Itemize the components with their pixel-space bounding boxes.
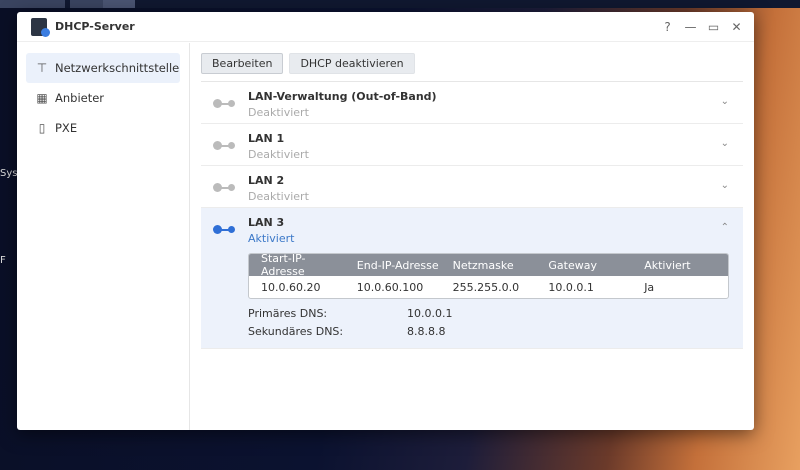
- help-icon[interactable]: ?: [656, 20, 679, 34]
- column-header: End-IP-Adresse: [356, 258, 439, 272]
- interface-status: Deaktiviert: [248, 190, 309, 203]
- disable-dhcp-button[interactable]: DHCP deaktivieren: [289, 53, 415, 74]
- interface-status: Aktiviert: [248, 232, 295, 245]
- interface-status: Deaktiviert: [248, 148, 309, 161]
- maximize-icon[interactable]: ▭: [702, 20, 725, 34]
- interface-list: LAN-Verwaltung (Out-of-Band) Deaktiviert…: [201, 81, 743, 349]
- chevron-down-icon[interactable]: ⌄: [721, 138, 729, 149]
- table-header: Start-IP-Adresse End-IP-Adresse Netzmask…: [249, 253, 728, 278]
- secondary-dns-label: Sekundäres DNS:: [248, 325, 344, 338]
- taskbar-button[interactable]: [0, 0, 65, 8]
- main-content: Bearbeiten DHCP deaktivieren LAN-Verwalt…: [201, 43, 743, 430]
- table-cell: Ja: [644, 280, 655, 294]
- connection-icon: [213, 182, 235, 192]
- taskbar-button[interactable]: [70, 0, 103, 8]
- primary-dns: Primäres DNS: 10.0.0.1: [248, 307, 743, 320]
- interface-name: LAN 2: [248, 174, 285, 187]
- connection-icon: [213, 98, 235, 108]
- interface-name: LAN 3: [248, 216, 285, 229]
- minimize-icon[interactable]: —: [679, 20, 702, 34]
- secondary-dns-value: 8.8.8.8: [407, 325, 446, 338]
- interface-row-lan3[interactable]: LAN 3 Aktiviert ⌃ Start-IP-Adresse End-I…: [201, 208, 743, 349]
- interface-status: Deaktiviert: [248, 106, 309, 119]
- network-icon: ⊤: [36, 61, 48, 75]
- building-icon: ▦: [36, 91, 48, 105]
- dhcp-server-window: DHCP-Server ? — ▭ ✕ ⊤ Netzwerkschnittste…: [17, 12, 754, 430]
- desktop-label[interactable]: Sys: [0, 168, 17, 179]
- window-title: DHCP-Server: [55, 20, 135, 33]
- sidebar-item-provider[interactable]: ▦ Anbieter: [26, 83, 180, 113]
- interface-name: LAN-Verwaltung (Out-of-Band): [248, 90, 437, 103]
- desktop-label[interactable]: F: [0, 255, 6, 266]
- table-row[interactable]: 10.0.60.20 10.0.60.100 255.255.0.0 10.0.…: [249, 276, 728, 298]
- table-cell: 255.255.0.0: [452, 280, 520, 294]
- interface-name: LAN 1: [248, 132, 285, 145]
- chevron-up-icon[interactable]: ⌃: [721, 222, 729, 233]
- sidebar-item-label: Netzwerkschnittstelle: [55, 61, 180, 75]
- sidebar-item-label: Anbieter: [55, 91, 105, 105]
- interface-row-lan2[interactable]: LAN 2 Deaktiviert ⌄: [201, 166, 743, 208]
- connection-icon: [213, 140, 235, 150]
- column-header: Start-IP-Adresse: [261, 253, 306, 278]
- table-cell: 10.0.60.100: [356, 280, 424, 294]
- primary-dns-label: Primäres DNS:: [248, 307, 328, 320]
- title-bar[interactable]: DHCP-Server ? — ▭ ✕: [17, 12, 754, 42]
- sidebar: ⊤ Netzwerkschnittstelle ▦ Anbieter ▯ PXE: [17, 43, 190, 430]
- chevron-down-icon[interactable]: ⌄: [721, 180, 729, 191]
- dhcp-range-table: Start-IP-Adresse End-IP-Adresse Netzmask…: [248, 253, 729, 299]
- dhcp-app-icon: [31, 17, 50, 37]
- taskbar: [0, 0, 800, 8]
- interface-row-oob[interactable]: LAN-Verwaltung (Out-of-Band) Deaktiviert…: [201, 82, 743, 124]
- column-header: Gateway: [548, 258, 597, 272]
- sidebar-item-label: PXE: [55, 121, 78, 135]
- table-cell: 10.0.60.20: [261, 280, 321, 294]
- interface-row-lan1[interactable]: LAN 1 Deaktiviert ⌄: [201, 124, 743, 166]
- secondary-dns: Sekundäres DNS: 8.8.8.8: [248, 325, 743, 338]
- primary-dns-value: 10.0.0.1: [407, 307, 453, 320]
- column-header: Netzmaske: [452, 258, 514, 272]
- taskbar-button[interactable]: [103, 0, 135, 8]
- chevron-down-icon[interactable]: ⌄: [721, 96, 729, 107]
- column-header: Aktiviert: [644, 258, 691, 272]
- table-cell: 10.0.0.1: [548, 280, 594, 294]
- sidebar-item-pxe[interactable]: ▯ PXE: [26, 113, 180, 143]
- sidebar-item-network-interface[interactable]: ⊤ Netzwerkschnittstelle: [26, 53, 180, 83]
- close-icon[interactable]: ✕: [725, 20, 748, 34]
- connection-icon: [213, 224, 235, 234]
- edit-button[interactable]: Bearbeiten: [201, 53, 284, 74]
- pxe-icon: ▯: [38, 121, 46, 135]
